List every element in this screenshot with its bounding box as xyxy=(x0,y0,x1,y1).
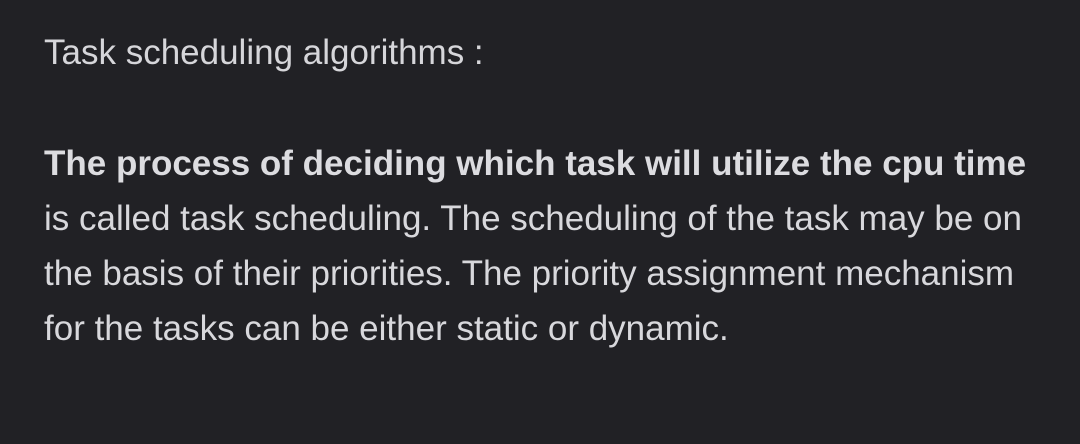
answer-content: Task scheduling algorithms : The process… xyxy=(0,0,1080,444)
definition-rest-text: is called task scheduling. The schedulin… xyxy=(44,199,1022,348)
definition-bold-phrase: The process of deciding which task will … xyxy=(44,144,1027,183)
section-heading: Task scheduling algorithms : xyxy=(44,33,484,72)
definition-paragraph: The process of deciding which task will … xyxy=(44,136,1040,356)
